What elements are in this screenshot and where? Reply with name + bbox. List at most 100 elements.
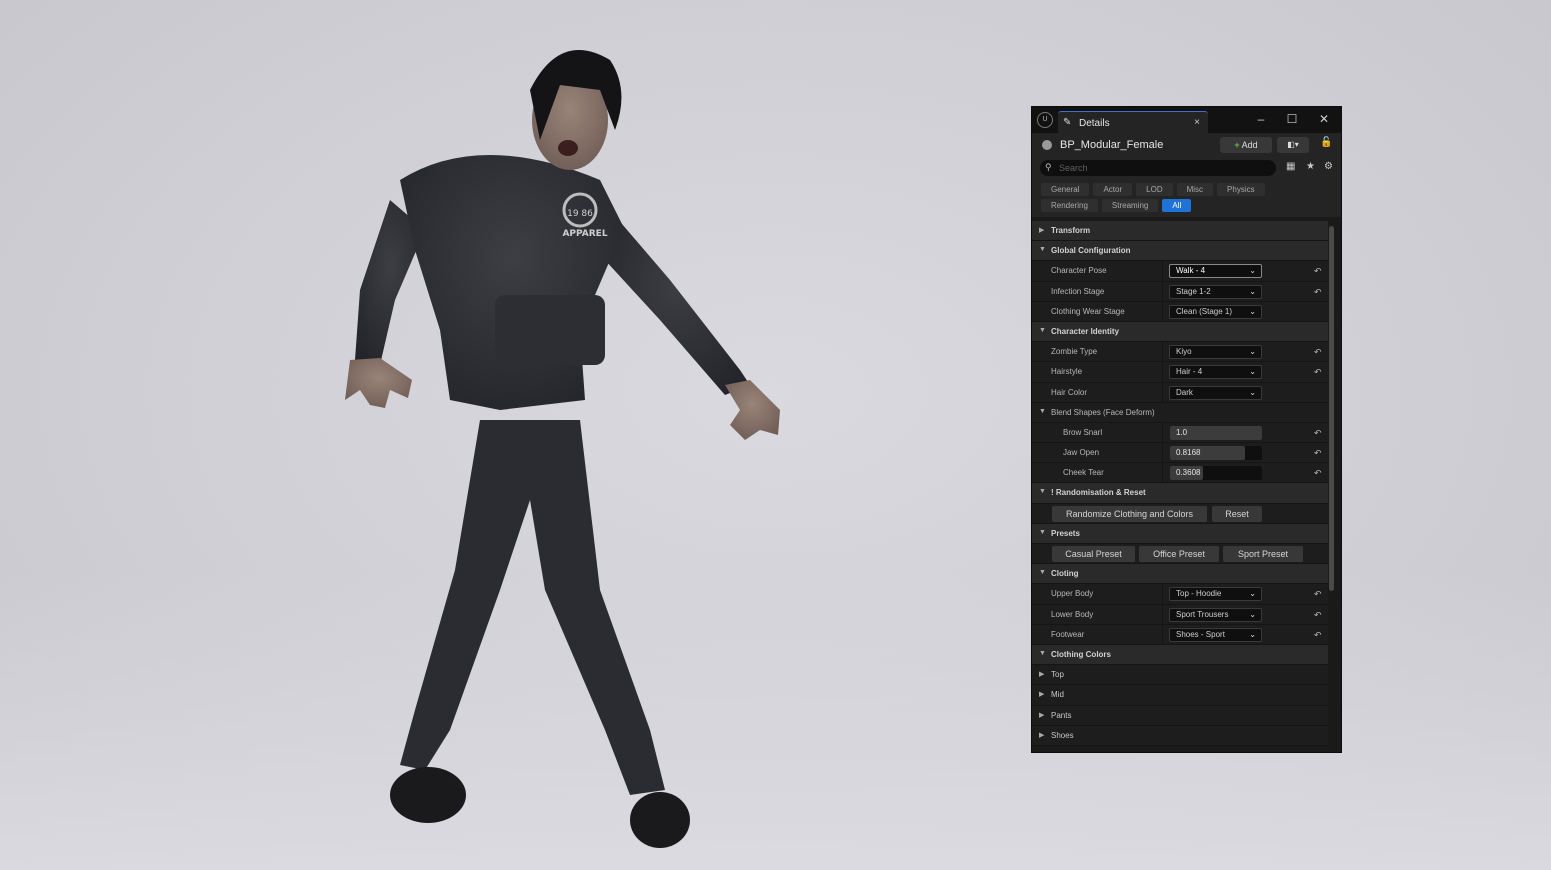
jaw-open-slider[interactable]: 0.8168: [1170, 446, 1262, 461]
category-transform[interactable]: ▶ Transform: [1032, 221, 1328, 242]
category-character-identity[interactable]: ▼ Character Identity: [1032, 321, 1328, 343]
category-label: Clothing Colors: [1051, 649, 1111, 659]
dropdown-value: Walk - 4: [1176, 266, 1206, 276]
footwear-dropdown[interactable]: Shoes - Sport ⌄: [1169, 627, 1262, 642]
blueprint-dropdown-button[interactable]: ◧▾: [1277, 137, 1309, 153]
upper-body-dropdown[interactable]: Top - Hoodie ⌄: [1169, 587, 1262, 602]
clothing-wear-stage-dropdown[interactable]: Clean (Stage 1) ⌄: [1169, 304, 1262, 319]
presets-buttons-row: Casual Preset Office Preset Sport Preset: [1032, 544, 1328, 565]
hair-color-dropdown[interactable]: Dark ⌄: [1169, 385, 1262, 400]
slider-value: 1.0: [1176, 427, 1188, 437]
category-blend-shapes[interactable]: ▼ Blend Shapes (Face Deform): [1032, 402, 1328, 423]
table-view-icon[interactable]: ▦: [1286, 161, 1295, 172]
category-global-configuration[interactable]: ▼ Global Configuration: [1032, 241, 1328, 262]
reset-to-default-icon[interactable]: ↶: [1314, 630, 1322, 641]
reset-to-default-icon[interactable]: ↶: [1314, 610, 1322, 621]
expanded-arrow-icon: ▼: [1039, 569, 1046, 577]
filter-actor[interactable]: Actor: [1093, 183, 1133, 196]
filter-misc[interactable]: Misc: [1176, 183, 1214, 196]
property-label: Cheek Tear: [1063, 468, 1104, 478]
filter-general[interactable]: General: [1041, 183, 1090, 196]
chevron-down-icon: ⌄: [1249, 367, 1256, 377]
reset-to-default-icon[interactable]: ↶: [1314, 428, 1322, 439]
reset-to-default-icon[interactable]: ↶: [1314, 367, 1322, 378]
collapsed-arrow-icon: ▶: [1039, 691, 1045, 699]
add-component-button[interactable]: + Add: [1220, 137, 1272, 153]
hoodie-print-text: APPAREL: [562, 229, 607, 239]
search-input[interactable]: [1059, 161, 1259, 175]
filter-all[interactable]: All: [1162, 199, 1192, 212]
dropdown-value: Clean (Stage 1): [1176, 306, 1233, 316]
property-upper-body: Upper Body Top - Hoodie ⌄ ↶: [1032, 584, 1328, 605]
collapsed-arrow-icon: ▶: [1039, 671, 1045, 679]
dropdown-value: Shoes - Sport: [1176, 629, 1225, 639]
category-presets[interactable]: ▼ Presets: [1032, 523, 1328, 544]
character-pose-dropdown[interactable]: Walk - 4 ⌄: [1169, 264, 1262, 279]
hairstyle-dropdown[interactable]: Hair - 4 ⌄: [1169, 365, 1262, 380]
property-label: Hairstyle: [1051, 367, 1083, 377]
maximize-button[interactable]: ☐: [1281, 111, 1303, 129]
filter-physics[interactable]: Physics: [1217, 183, 1265, 196]
chevron-down-icon: ⌄: [1249, 306, 1256, 316]
reset-to-default-icon[interactable]: ↶: [1314, 266, 1322, 277]
property-label: Jaw Open: [1063, 448, 1100, 458]
filter-rendering[interactable]: Rendering: [1041, 199, 1098, 212]
collapsed-arrow-icon: ▶: [1039, 731, 1045, 739]
color-group-top[interactable]: ▶ Top: [1032, 665, 1328, 686]
lock-icon[interactable]: 🔓: [1320, 137, 1332, 148]
property-label: Infection Stage: [1051, 286, 1105, 296]
reset-to-default-icon[interactable]: ↶: [1314, 468, 1322, 479]
office-preset-button[interactable]: Office Preset: [1139, 546, 1219, 562]
category-randomisation-reset[interactable]: ▼ ! Randomisation & Reset: [1032, 483, 1328, 504]
property-label: Brow Snarl: [1063, 427, 1103, 437]
dropdown-value: Dark: [1176, 387, 1193, 397]
reset-to-default-icon[interactable]: ↶: [1314, 589, 1322, 600]
tab-details[interactable]: ✎ Details ×: [1058, 111, 1208, 133]
reset-to-default-icon[interactable]: ↶: [1314, 347, 1322, 358]
filter-chips: General Actor LOD Misc Physics Rendering…: [1032, 179, 1341, 217]
zombie-type-dropdown[interactable]: Kiyo ⌄: [1169, 345, 1262, 360]
sport-preset-button[interactable]: Sport Preset: [1223, 546, 1303, 562]
color-group-shoes[interactable]: ▶ Shoes: [1032, 725, 1328, 746]
group-label: Top: [1051, 670, 1064, 680]
property-hairstyle: Hairstyle Hair - 4 ⌄ ↶: [1032, 362, 1328, 383]
brow-snarl-slider[interactable]: 1.0: [1170, 425, 1262, 440]
chevron-down-icon: ⌄: [1249, 589, 1256, 599]
category-clothing[interactable]: ▼ Cloting: [1032, 564, 1328, 585]
add-label: Add: [1241, 140, 1258, 150]
randomize-clothing-button[interactable]: Randomize Clothing and Colors: [1052, 505, 1207, 522]
reset-to-default-icon[interactable]: ↶: [1314, 287, 1322, 298]
chevron-down-icon: ⌄: [1249, 266, 1256, 276]
minimize-button[interactable]: –: [1250, 111, 1272, 129]
category-label: Transform: [1051, 226, 1091, 235]
property-label: Hair Color: [1051, 387, 1088, 397]
property-label: Clothing Wear Stage: [1051, 306, 1125, 316]
panel-scrollbar[interactable]: [1329, 226, 1334, 591]
property-lower-body: Lower Body Sport Trousers ⌄ ↶: [1032, 604, 1328, 625]
expanded-arrow-icon: ▼: [1039, 326, 1046, 334]
favorite-star-icon[interactable]: ★: [1306, 161, 1315, 172]
expanded-arrow-icon: ▼: [1039, 528, 1046, 536]
reset-to-default-icon[interactable]: ↶: [1314, 448, 1322, 459]
color-group-mid[interactable]: ▶ Mid: [1032, 685, 1328, 706]
infection-stage-dropdown[interactable]: Stage 1-2 ⌄: [1169, 284, 1262, 299]
category-label: ! Randomisation & Reset: [1051, 488, 1146, 498]
cheek-tear-slider[interactable]: 0.3608: [1170, 466, 1262, 481]
unreal-logo-icon: U: [1037, 112, 1053, 128]
property-brow-snarl: Brow Snarl 1.0 ↶: [1032, 422, 1328, 444]
category-clothing-colors[interactable]: ▼ Clothing Colors: [1032, 644, 1328, 666]
filter-streaming[interactable]: Streaming: [1101, 199, 1159, 212]
tab-close-icon[interactable]: ×: [1194, 117, 1200, 128]
close-window-button[interactable]: ✕: [1313, 111, 1335, 129]
casual-preset-button[interactable]: Casual Preset: [1052, 546, 1135, 562]
slider-value: 0.3608: [1176, 468, 1201, 478]
group-label: Shoes: [1051, 730, 1074, 740]
settings-gear-icon[interactable]: ⚙: [1324, 161, 1333, 172]
filter-lod[interactable]: LOD: [1136, 183, 1173, 196]
chevron-down-icon: ⌄: [1249, 387, 1256, 397]
color-group-pants[interactable]: ▶ Pants: [1032, 705, 1328, 726]
category-label: Character Identity: [1051, 326, 1120, 336]
lower-body-dropdown[interactable]: Sport Trousers ⌄: [1169, 607, 1262, 622]
reset-button[interactable]: Reset: [1212, 505, 1262, 522]
property-label: Character Pose: [1051, 266, 1107, 276]
